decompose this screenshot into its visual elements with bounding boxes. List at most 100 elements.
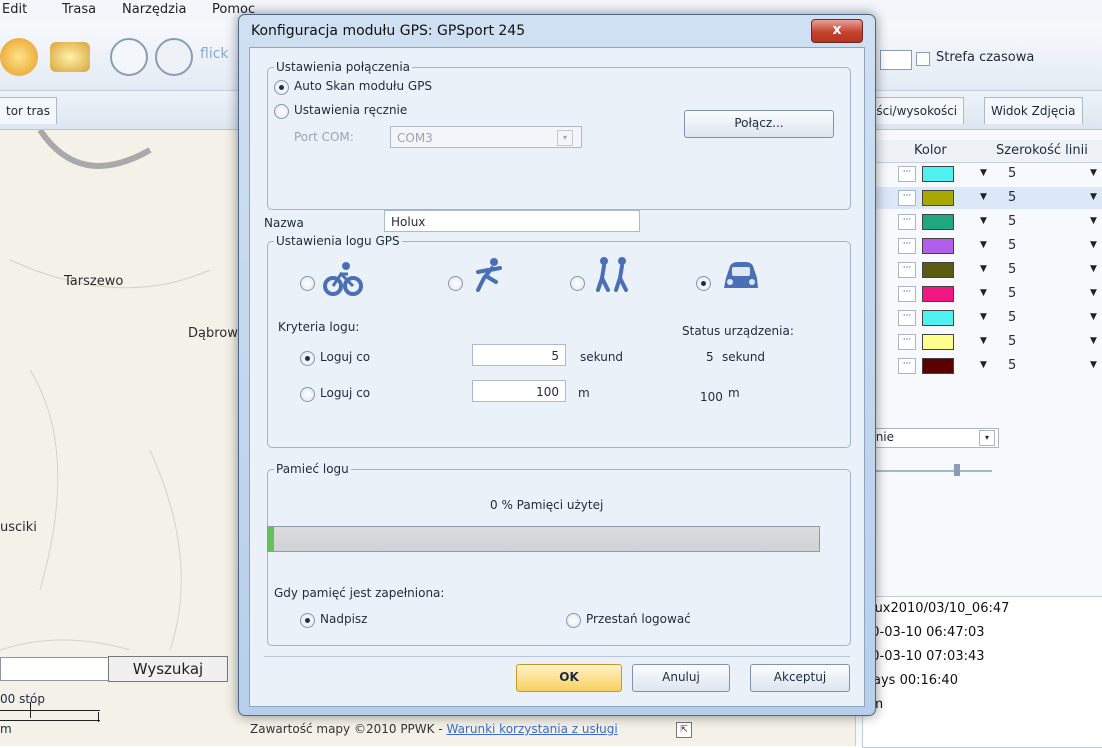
- color-swatch[interactable]: [922, 262, 954, 278]
- ellipsis-button[interactable]: ···: [898, 166, 916, 182]
- chevron-down-icon[interactable]: ▼: [980, 312, 987, 322]
- tab-route-editor[interactable]: tor tras: [0, 97, 58, 124]
- menu-edit[interactable]: Edit: [2, 2, 27, 17]
- ellipsis-button[interactable]: ···: [898, 190, 916, 206]
- track-grid-row[interactable]: ··· ▼ 5 ▼: [862, 211, 1102, 233]
- line-width-value: 5: [1008, 238, 1017, 253]
- ellipsis-button[interactable]: ···: [898, 214, 916, 230]
- chevron-down-icon[interactable]: ▼: [980, 360, 987, 370]
- menu-route[interactable]: Trasa: [62, 2, 96, 17]
- apply-button[interactable]: Akceptuj: [750, 664, 850, 692]
- ellipsis-button[interactable]: ···: [898, 310, 916, 326]
- memory-progress-bar: [267, 526, 820, 552]
- chevron-down-icon[interactable]: ▾: [979, 430, 995, 446]
- ellipsis-button[interactable]: ···: [898, 334, 916, 350]
- flickr-icon[interactable]: flick: [200, 46, 230, 84]
- timezone-dropdown[interactable]: [880, 50, 912, 70]
- stop-logging-radio[interactable]: [566, 613, 581, 628]
- log-distance-radio[interactable]: [300, 387, 315, 402]
- track-grid-row[interactable]: ··· ▼ 5 ▼: [862, 187, 1102, 209]
- chevron-down-icon[interactable]: ▼: [1090, 360, 1097, 370]
- cancel-button[interactable]: Anuluj: [632, 664, 730, 692]
- color-swatch[interactable]: [922, 190, 954, 206]
- ok-button[interactable]: OK: [516, 664, 622, 692]
- color-swatch[interactable]: [922, 334, 954, 350]
- grid-col-color: Kolor: [914, 143, 947, 158]
- port-com-label: Port COM:: [294, 130, 354, 144]
- log-distance-field[interactable]: 100: [472, 380, 566, 402]
- color-swatch[interactable]: [922, 286, 954, 302]
- track-info-list: olux2010/03/10_06:47 10-03-10 06:47:03 1…: [862, 596, 1102, 748]
- activity-running-radio[interactable]: [448, 276, 463, 291]
- close-button[interactable]: x: [811, 19, 863, 43]
- display-combo[interactable]: alnie ▾: [862, 428, 999, 448]
- ellipsis-button[interactable]: ···: [898, 238, 916, 254]
- photos-icon[interactable]: [50, 42, 90, 72]
- chevron-down-icon[interactable]: ▼: [1090, 264, 1097, 274]
- ellipsis-button[interactable]: ···: [898, 358, 916, 374]
- track-grid-row[interactable]: ··· ▼ 5 ▼: [862, 307, 1102, 329]
- track-grid-row[interactable]: ··· ▼ 5 ▼: [862, 331, 1102, 353]
- status-interval-value: 5: [706, 350, 714, 364]
- name-field[interactable]: Holux: [384, 210, 640, 232]
- chevron-down-icon[interactable]: ▼: [1090, 312, 1097, 322]
- search-button[interactable]: Wyszukaj: [108, 656, 228, 682]
- chevron-down-icon[interactable]: ▼: [980, 240, 987, 250]
- ellipsis-button[interactable]: ···: [898, 286, 916, 302]
- track-grid-row[interactable]: ··· ▼ 5 ▼: [862, 235, 1102, 257]
- slider-track[interactable]: [862, 470, 992, 472]
- slider-thumb[interactable]: [954, 464, 960, 476]
- color-swatch[interactable]: [922, 358, 954, 374]
- activity-cycling-radio[interactable]: [300, 276, 315, 291]
- chevron-down-icon[interactable]: ▼: [1090, 288, 1097, 298]
- track-grid-row[interactable]: ··· ▼ 5 ▼: [862, 283, 1102, 305]
- log-distance-label: Loguj co: [320, 386, 371, 400]
- track-grid-row[interactable]: ··· ▼ 5 ▼: [862, 355, 1102, 377]
- chevron-down-icon[interactable]: ▼: [1090, 336, 1097, 346]
- footer-separator: [264, 656, 850, 657]
- tab-elevation[interactable]: ości/wysokości: [862, 97, 965, 124]
- menu-tools[interactable]: Narzędzia: [122, 2, 187, 17]
- chevron-down-icon[interactable]: ▼: [980, 216, 987, 226]
- stop-logging-label: Przestań logować: [586, 612, 691, 626]
- map-label-tarszewo: Tarszewo: [64, 274, 124, 289]
- activity-hiking-radio[interactable]: [570, 276, 585, 291]
- map-label-usciki: usciki: [0, 520, 37, 535]
- tab-photo-view[interactable]: Widok Zdjęcia: [984, 97, 1083, 124]
- timezone-checkbox[interactable]: [916, 52, 930, 66]
- color-swatch[interactable]: [922, 310, 954, 326]
- timezone-label: Strefa czasowa: [936, 50, 1035, 65]
- chevron-down-icon[interactable]: ▼: [980, 168, 987, 178]
- log-interval-radio[interactable]: [300, 351, 315, 366]
- activity-car-radio[interactable]: [696, 276, 711, 291]
- overwrite-radio[interactable]: [300, 613, 315, 628]
- color-swatch[interactable]: [922, 214, 954, 230]
- collapse-icon[interactable]: ⇱: [676, 722, 692, 738]
- ellipsis-button[interactable]: ···: [898, 262, 916, 278]
- memory-used-text: 0 % Pamięci użytej: [490, 498, 604, 512]
- log-interval-field[interactable]: 5: [472, 344, 566, 366]
- folder-icon[interactable]: [0, 38, 38, 76]
- search-input[interactable]: [0, 657, 110, 681]
- track-grid-row[interactable]: ··· ▼ 5 ▼: [862, 163, 1102, 185]
- line-width-value: 5: [1008, 334, 1017, 349]
- track-grid-row[interactable]: ··· ▼ 5 ▼: [862, 259, 1102, 281]
- chevron-down-icon[interactable]: ▼: [980, 192, 987, 202]
- chevron-down-icon[interactable]: ▼: [1090, 216, 1097, 226]
- port-com-select[interactable]: COM3 ▾: [390, 126, 582, 148]
- calendar-icon[interactable]: [155, 38, 193, 76]
- chevron-down-icon[interactable]: ▼: [1090, 168, 1097, 178]
- log-memory-legend: Pamieć logu: [276, 462, 349, 476]
- color-swatch[interactable]: [922, 166, 954, 182]
- connect-button[interactable]: Połącz...: [684, 110, 834, 138]
- clock-icon[interactable]: [110, 38, 148, 76]
- chevron-down-icon[interactable]: ▼: [980, 288, 987, 298]
- chevron-down-icon[interactable]: ▼: [1090, 192, 1097, 202]
- footer-terms-link[interactable]: Warunki korzystania z usługi: [446, 722, 617, 736]
- manual-settings-radio[interactable]: [274, 104, 289, 119]
- chevron-down-icon[interactable]: ▼: [980, 336, 987, 346]
- chevron-down-icon[interactable]: ▼: [980, 264, 987, 274]
- color-swatch[interactable]: [922, 238, 954, 254]
- chevron-down-icon[interactable]: ▼: [1090, 240, 1097, 250]
- auto-scan-radio[interactable]: [274, 80, 289, 95]
